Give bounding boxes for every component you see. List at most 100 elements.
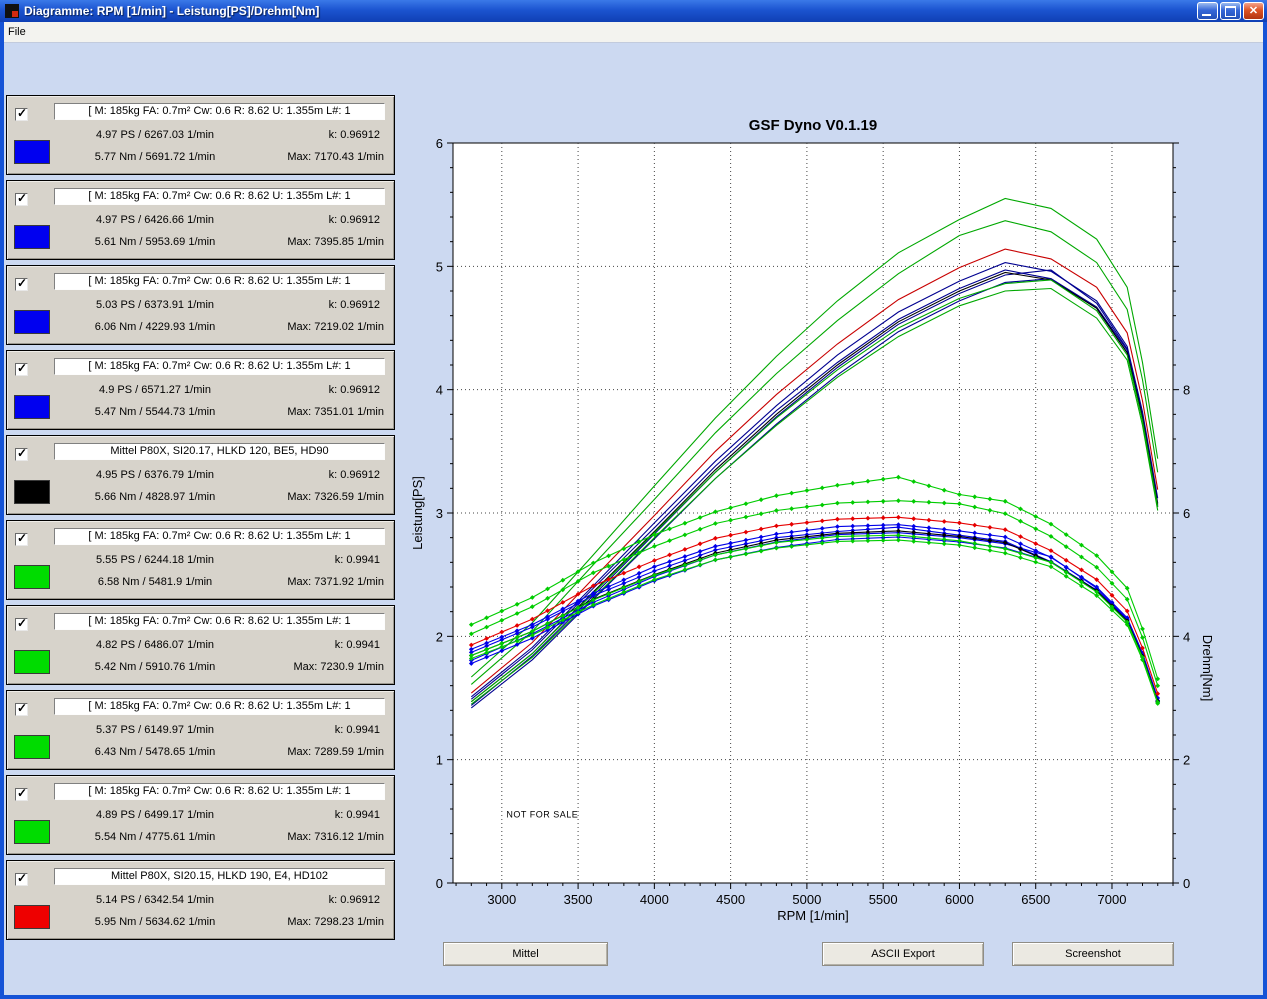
run-nm-stat: 5.95 Nm / 5634.62 1/min: [47, 916, 263, 928]
svg-text:4: 4: [436, 383, 443, 398]
run-header-field[interactable]: Mittel P80X, SI20.17, HLKD 120, BE5, HD9…: [54, 443, 385, 460]
checkmark-icon: [17, 531, 27, 545]
run-visible-checkbox[interactable]: [15, 448, 28, 461]
menubar: File: [0, 22, 1267, 43]
run-max-stat: Max: 7298.23 1/min: [287, 916, 384, 928]
window-border-right: [1263, 22, 1267, 999]
y-axis-label-left: Leistung[PS]: [410, 476, 425, 550]
svg-text:5000: 5000: [792, 892, 821, 907]
svg-text:6: 6: [436, 136, 443, 151]
run-max-stat: Max: 7170.43 1/min: [287, 151, 384, 163]
run-nm-stat: 5.77 Nm / 5691.72 1/min: [47, 151, 263, 163]
run-header-field[interactable]: [ M: 185kg FA: 0.7m² Cw: 0.6 R: 8.62 U: …: [54, 783, 385, 800]
dyno-run-entry: [ M: 185kg FA: 0.7m² Cw: 0.6 R: 8.62 U: …: [6, 605, 395, 685]
dyno-run-entry: [ M: 185kg FA: 0.7m² Cw: 0.6 R: 8.62 U: …: [6, 265, 395, 345]
run-color-swatch: [14, 310, 50, 334]
run-header-field[interactable]: Mittel P80X, SI20.15, HLKD 190, E4, HD10…: [54, 868, 385, 885]
run-header-field[interactable]: [ M: 185kg FA: 0.7m² Cw: 0.6 R: 8.62 U: …: [54, 188, 385, 205]
svg-text:3000: 3000: [487, 892, 516, 907]
dyno-run-entry: [ M: 185kg FA: 0.7m² Cw: 0.6 R: 8.62 U: …: [6, 180, 395, 260]
screenshot-button[interactable]: Screenshot: [1012, 942, 1174, 966]
run-header-field[interactable]: [ M: 185kg FA: 0.7m² Cw: 0.6 R: 8.62 U: …: [54, 698, 385, 715]
checkmark-icon: [17, 361, 27, 375]
svg-text:0: 0: [436, 876, 443, 891]
run-visible-checkbox[interactable]: [15, 193, 28, 206]
run-nm-stat: 6.43 Nm / 5478.65 1/min: [47, 746, 263, 758]
checkmark-icon: [17, 871, 27, 885]
dyno-run-entry: [ M: 185kg FA: 0.7m² Cw: 0.6 R: 8.62 U: …: [6, 690, 395, 770]
run-k-stat: k: 0.96912: [329, 894, 380, 906]
run-visible-checkbox[interactable]: [15, 533, 28, 546]
run-visible-checkbox[interactable]: [15, 363, 28, 376]
dyno-run-entry: [ M: 185kg FA: 0.7m² Cw: 0.6 R: 8.62 U: …: [6, 520, 395, 600]
run-visible-checkbox[interactable]: [15, 703, 28, 716]
run-visible-checkbox[interactable]: [15, 108, 28, 121]
run-k-stat: k: 0.9941: [335, 724, 380, 736]
svg-text:8: 8: [1183, 383, 1190, 398]
svg-text:4500: 4500: [716, 892, 745, 907]
run-header-field[interactable]: [ M: 185kg FA: 0.7m² Cw: 0.6 R: 8.62 U: …: [54, 103, 385, 120]
run-nm-stat: 5.54 Nm / 4775.61 1/min: [47, 831, 263, 843]
run-ps-stat: 5.03 PS / 6373.91 1/min: [47, 299, 263, 311]
run-max-stat: Max: 7395.85 1/min: [287, 236, 384, 248]
run-color-swatch: [14, 395, 50, 419]
run-ps-stat: 4.95 PS / 6376.79 1/min: [47, 469, 263, 481]
svg-text:5: 5: [436, 259, 443, 274]
dyno-chart: GSF Dyno V0.1.19 30003500400045005000550…: [408, 103, 1220, 931]
run-ps-stat: 4.97 PS / 6426.66 1/min: [47, 214, 263, 226]
titlebar[interactable]: Diagramme: RPM [1/min] - Leistung[PS]/Dr…: [0, 0, 1267, 22]
run-ps-stat: 4.97 PS / 6267.03 1/min: [47, 129, 263, 141]
run-visible-checkbox[interactable]: [15, 618, 28, 631]
svg-text:6: 6: [1183, 506, 1190, 521]
run-ps-stat: 4.82 PS / 6486.07 1/min: [47, 639, 263, 651]
svg-text:2: 2: [436, 629, 443, 644]
run-header-field[interactable]: [ M: 185kg FA: 0.7m² Cw: 0.6 R: 8.62 U: …: [54, 613, 385, 630]
run-color-swatch: [14, 140, 50, 164]
menu-item-file[interactable]: File: [0, 23, 34, 41]
run-max-stat: Max: 7219.02 1/min: [287, 321, 384, 333]
run-header-field[interactable]: [ M: 185kg FA: 0.7m² Cw: 0.6 R: 8.62 U: …: [54, 358, 385, 375]
maximize-button[interactable]: [1220, 2, 1241, 20]
run-nm-stat: 5.61 Nm / 5953.69 1/min: [47, 236, 263, 248]
svg-text:1: 1: [436, 753, 443, 768]
run-header-field[interactable]: [ M: 185kg FA: 0.7m² Cw: 0.6 R: 8.62 U: …: [54, 273, 385, 290]
checkmark-icon: [17, 276, 27, 290]
run-nm-stat: 5.42 Nm / 5910.76 1/min: [47, 661, 263, 673]
svg-text:7000: 7000: [1098, 892, 1127, 907]
x-axis-label: RPM [1/min]: [777, 908, 849, 923]
svg-text:NOT FOR SALE: NOT FOR SALE: [506, 810, 578, 820]
y-axis-label-right: Drehm[Nm]: [1200, 635, 1215, 701]
window-border-bottom: [0, 995, 1267, 999]
mittel-button[interactable]: Mittel: [443, 942, 608, 966]
run-max-stat: Max: 7351.01 1/min: [287, 406, 384, 418]
run-nm-stat: 6.06 Nm / 4229.93 1/min: [47, 321, 263, 333]
svg-text:3500: 3500: [564, 892, 593, 907]
checkmark-icon: [17, 106, 27, 120]
checkmark-icon: [17, 191, 27, 205]
run-ps-stat: 5.37 PS / 6149.97 1/min: [47, 724, 263, 736]
checkmark-icon: [17, 786, 27, 800]
run-k-stat: k: 0.96912: [329, 299, 380, 311]
svg-text:4: 4: [1183, 629, 1190, 644]
run-ps-stat: 4.9 PS / 6571.27 1/min: [47, 384, 263, 396]
run-visible-checkbox[interactable]: [15, 278, 28, 291]
plot-area: 3000350040004500500055006000650070000123…: [436, 136, 1190, 907]
svg-text:3: 3: [436, 506, 443, 521]
close-button[interactable]: [1243, 2, 1264, 20]
run-visible-checkbox[interactable]: [15, 788, 28, 801]
dyno-run-entry: [ M: 185kg FA: 0.7m² Cw: 0.6 R: 8.62 U: …: [6, 350, 395, 430]
ascii-export-button[interactable]: ASCII Export: [822, 942, 984, 966]
svg-text:5500: 5500: [869, 892, 898, 907]
app-window: Diagramme: RPM [1/min] - Leistung[PS]/Dr…: [0, 0, 1267, 999]
run-header-field[interactable]: [ M: 185kg FA: 0.7m² Cw: 0.6 R: 8.62 U: …: [54, 528, 385, 545]
checkmark-icon: [17, 616, 27, 630]
run-k-stat: k: 0.96912: [329, 469, 380, 481]
run-visible-checkbox[interactable]: [15, 873, 28, 886]
svg-text:6500: 6500: [1021, 892, 1050, 907]
run-k-stat: k: 0.9941: [335, 554, 380, 566]
run-max-stat: Max: 7326.59 1/min: [287, 491, 384, 503]
dyno-run-entry: Mittel P80X, SI20.15, HLKD 190, E4, HD10…: [6, 860, 395, 940]
minimize-button[interactable]: [1197, 2, 1218, 20]
checkmark-icon: [17, 446, 27, 460]
run-color-swatch: [14, 225, 50, 249]
